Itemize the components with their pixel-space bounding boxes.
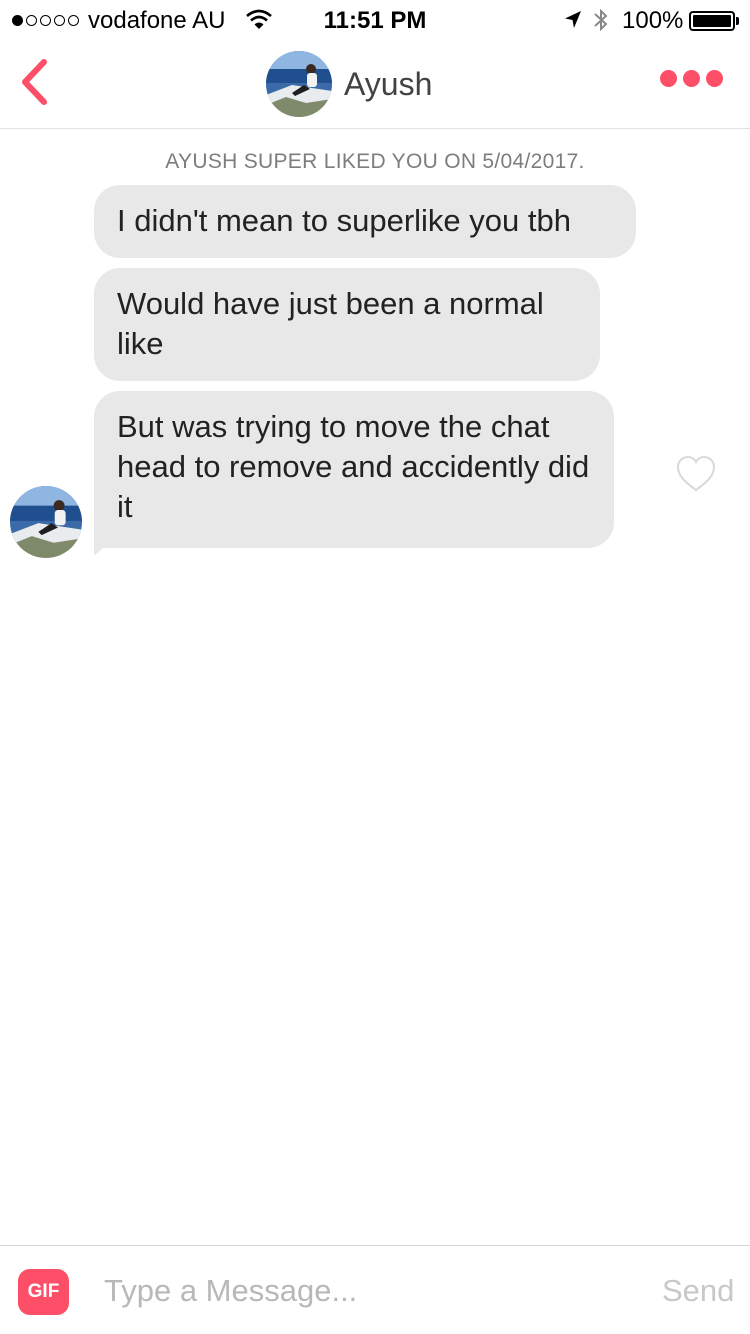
sender-avatar[interactable] (10, 486, 82, 558)
like-message-button[interactable] (676, 455, 716, 493)
contact-name[interactable]: Ayush (344, 66, 432, 103)
gif-button[interactable]: GIF (18, 1269, 69, 1315)
super-like-notice: AYUSH SUPER LIKED YOU ON 5/04/2017. (165, 150, 585, 173)
back-button[interactable] (14, 56, 58, 108)
location-arrow-icon (563, 9, 583, 38)
more-dots-icon (683, 70, 700, 87)
battery-icon (689, 11, 735, 31)
message-composer: GIF Send (0, 1245, 750, 1334)
message-bubble: I didn't mean to superlike you tbh (94, 185, 636, 258)
send-button[interactable]: Send (662, 1273, 734, 1309)
bluetooth-icon (592, 7, 610, 40)
status-bar: vodafone AU 11:51 PM 100% (0, 0, 750, 40)
message-bubble-tail (94, 542, 110, 556)
more-options-button[interactable] (660, 70, 723, 87)
chevron-left-icon (22, 59, 47, 105)
battery-nub (736, 17, 739, 25)
contact-avatar[interactable] (266, 51, 332, 117)
more-dots-icon (706, 70, 723, 87)
more-dots-icon (660, 70, 677, 87)
chat-header: Ayush (0, 40, 750, 129)
message-input[interactable] (104, 1266, 634, 1316)
battery-percentage: 100% (622, 7, 684, 34)
message-bubble: Would have just been a normal like (94, 268, 600, 381)
message-bubble: But was trying to move the chat head to … (94, 391, 614, 548)
heart-icon (676, 455, 716, 492)
